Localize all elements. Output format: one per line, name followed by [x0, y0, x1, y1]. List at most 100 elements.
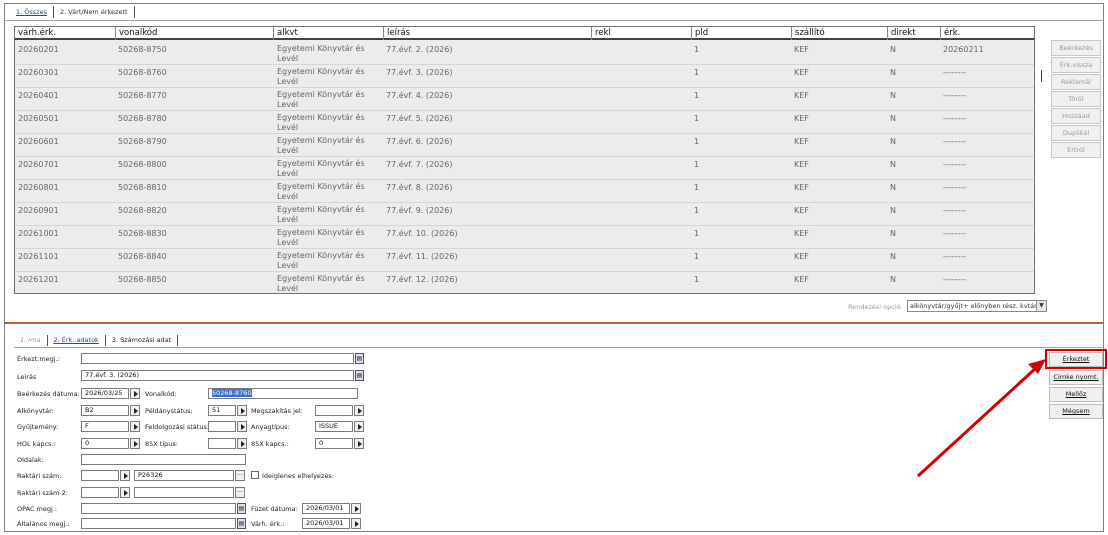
fuzet-datum-label: Füzet dátuma:: [251, 505, 298, 513]
torol-button[interactable]: Töröl: [1051, 91, 1101, 107]
arrow-right-icon[interactable]: [237, 421, 247, 432]
col-header-pld[interactable]: pld: [691, 27, 791, 40]
cell-szallito: KEF: [794, 68, 809, 77]
col-header-direkt[interactable]: direkt: [887, 27, 940, 40]
cell-pld: 1: [694, 91, 700, 100]
85x-tipus-input[interactable]: [208, 438, 236, 449]
table-row[interactable]: 20261201 50268-8850 Egyetemi Könyvtár és L…: [15, 272, 1034, 293]
alkonyvtar-label: Alkönyvtár:: [17, 407, 54, 415]
raktari-szam-prefix-input[interactable]: [81, 470, 119, 481]
table-row[interactable]: 20260401 50268-8770 Egyetemi Könyvtár és L…: [15, 88, 1034, 111]
altalanos-megj-input[interactable]: [81, 518, 236, 529]
arrow-right-icon[interactable]: [130, 421, 140, 432]
oldalak-label: Oldalak:: [17, 456, 44, 464]
table-row[interactable]: 20260901 50268-8820 Egyetemi Könyvtár és L…: [15, 203, 1034, 226]
alkonyvtar-input[interactable]: B2: [81, 405, 129, 416]
table-row[interactable]: 20260701 50268-8800 Egyetemi Könyvtár és L…: [15, 157, 1034, 180]
table-row[interactable]: 20261001 50268-8830 Egyetemi Könyvtár és L…: [15, 226, 1034, 249]
grid-scrollbar[interactable]: [1035, 26, 1049, 294]
arrow-right-icon[interactable]: [354, 438, 364, 449]
cell-alkvt: Egyetemi Könyvtár és Levél: [277, 136, 365, 155]
arrow-right-icon[interactable]: [351, 503, 361, 514]
cell-leiras: 77.évf. 9. (2026): [386, 206, 453, 215]
cell-szallito: KEF: [794, 45, 809, 54]
anyagtipus-input[interactable]: ISSUE: [315, 421, 353, 432]
arrow-right-icon[interactable]: [351, 518, 361, 529]
duplikal-button[interactable]: Duplikál: [1051, 125, 1101, 141]
erk-vissza-button[interactable]: Érk.vissza: [1051, 57, 1101, 73]
arrow-right-icon[interactable]: [130, 388, 140, 399]
col-header-varh-erk[interactable]: várh.érk.: [15, 27, 115, 40]
megszakitas-input[interactable]: [315, 405, 353, 416]
chevron-down-icon[interactable]: ▼: [1036, 301, 1046, 311]
table-row[interactable]: 20260301 50268-8760 Egyetemi Könyvtár és L…: [15, 65, 1034, 88]
table-row[interactable]: 20261101 50268-8840 Egyetemi Könyvtár és L…: [15, 249, 1034, 272]
cell-vonal: 50268-8850: [118, 275, 167, 284]
arrow-right-icon[interactable]: [120, 487, 130, 498]
arrow-right-icon[interactable]: [237, 438, 247, 449]
col-header-alkvt[interactable]: alkvt: [273, 27, 383, 40]
table-row[interactable]: 20260801 50268-8810 Egyetemi Könyvtár és L…: [15, 180, 1034, 203]
beerkezes-button[interactable]: Beérkezés: [1051, 40, 1101, 56]
tab-erk-adatok[interactable]: 2. Érk. adatok: [48, 334, 106, 346]
cell-erk: --------: [943, 91, 967, 100]
panel-splitter[interactable]: [4, 322, 1104, 324]
feldolgozasi-input[interactable]: [208, 421, 236, 432]
tab-osszes[interactable]: 1. Összes: [10, 6, 54, 18]
cell-leiras: 77.évf. 4. (2026): [386, 91, 453, 100]
list-picker-icon[interactable]: ▤: [237, 518, 246, 529]
vonalkod-selected-text: 50268-8760: [212, 389, 252, 397]
erkezt-megj-input[interactable]: [81, 353, 354, 364]
varh-erk-input[interactable]: 2026/03/01: [302, 518, 350, 529]
ertrol-button[interactable]: Értról: [1051, 142, 1101, 158]
cimke-nyomt-button[interactable]: Cimke nyomt.: [1049, 370, 1103, 385]
fuzet-datum-input[interactable]: 2026/03/01: [302, 503, 350, 514]
list-picker-icon[interactable]: ▤: [237, 503, 246, 514]
cell-vonal: 50268-8770: [118, 91, 167, 100]
hol-kapcs-input[interactable]: 0: [81, 438, 129, 449]
arrow-right-icon[interactable]: [120, 470, 130, 481]
list-picker-icon[interactable]: ▤: [355, 370, 364, 381]
gyujtemeny-input[interactable]: F: [81, 421, 129, 432]
table-row[interactable]: 20260501 50268-8780 Egyetemi Könyvtár és L…: [15, 111, 1034, 134]
cell-erk: 20260211: [943, 45, 984, 54]
cell-direkt: N: [890, 45, 896, 54]
col-header-vonalkod[interactable]: vonalkód: [115, 27, 273, 40]
leiras-input[interactable]: 77.évf. 3. (2026): [81, 370, 354, 381]
85x-kapcs-input[interactable]: 0: [315, 438, 353, 449]
cell-alkvt: Egyetemi Könyvtár és Levél: [277, 159, 365, 178]
more-dots-icon[interactable]: ...: [235, 470, 245, 481]
tab-ima[interactable]: 1. Ima: [14, 334, 48, 346]
list-picker-icon[interactable]: ▤: [355, 353, 364, 364]
raktari-szam-label: Raktári szám:: [17, 472, 62, 480]
raktari-szam-input[interactable]: P26326: [134, 470, 234, 481]
arrow-right-icon[interactable]: [130, 438, 140, 449]
megsem-button[interactable]: Mégsem: [1049, 404, 1103, 419]
tab-szamozasi-adat[interactable]: 3. Számozási adat: [106, 334, 179, 346]
table-row[interactable]: 20260601 50268-8790 Egyetemi Könyvtár és L…: [15, 134, 1034, 157]
ideiglenes-checkbox[interactable]: [251, 471, 259, 479]
reklamal-button[interactable]: Reklamál: [1051, 74, 1101, 90]
col-header-erk[interactable]: érk.: [940, 27, 1034, 40]
raktari-szam2-input[interactable]: [134, 487, 234, 498]
table-row[interactable]: 20260201 50268-8750 Egyetemi Könyvtár és L…: [15, 42, 1034, 65]
hozzaad-button[interactable]: Hozzáad: [1051, 108, 1101, 124]
col-header-leiras[interactable]: leírás: [383, 27, 591, 40]
opac-megj-input[interactable]: [81, 503, 236, 514]
tab-vart-nem-erkezett[interactable]: 2. Várt/Nem érkezett: [54, 6, 135, 18]
col-header-szallito[interactable]: szállító: [791, 27, 887, 40]
more-dots-icon[interactable]: ...: [235, 487, 245, 498]
arrow-right-icon[interactable]: [354, 405, 364, 416]
peldanystatus-input[interactable]: 51: [208, 405, 236, 416]
scrollbar-thumb[interactable]: [1041, 70, 1042, 82]
raktari-szam2-prefix-input[interactable]: [81, 487, 119, 498]
arrow-right-icon[interactable]: [130, 405, 140, 416]
sort-option-select[interactable]: alkönyvtár/gyűjt+ előnyben rész. kvtár(1…: [907, 300, 1047, 312]
oldalak-input[interactable]: [81, 454, 246, 465]
arrow-right-icon[interactable]: [354, 421, 364, 432]
arrow-right-icon[interactable]: [237, 405, 247, 416]
mellez-button[interactable]: Mellőz: [1049, 387, 1103, 402]
beerk-datum-input[interactable]: 2026/03/25: [81, 388, 129, 399]
vonalkod-input[interactable]: 50268-8760: [208, 388, 358, 399]
col-header-rekl[interactable]: rekl: [591, 27, 691, 40]
